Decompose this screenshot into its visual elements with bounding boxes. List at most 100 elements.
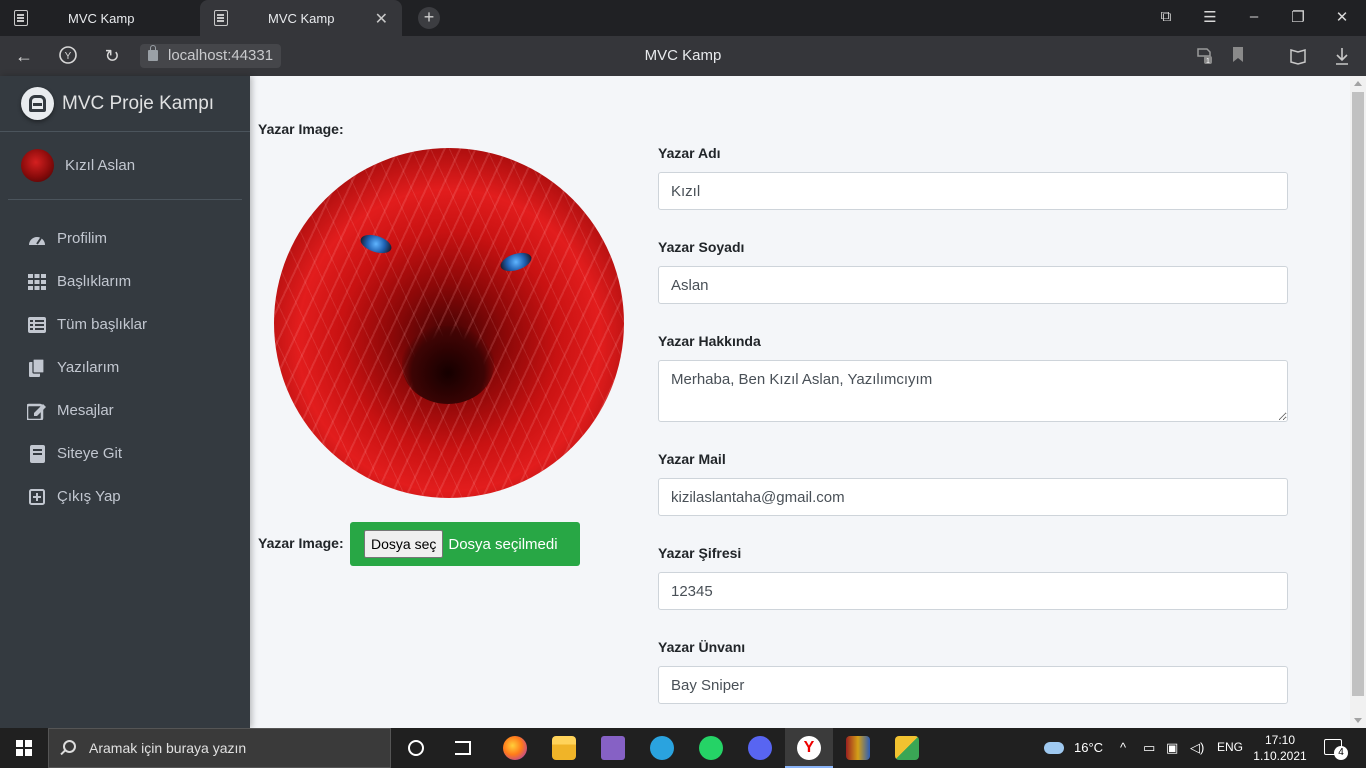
title-input[interactable]	[658, 666, 1288, 704]
close-window-icon[interactable]: ✕	[1332, 8, 1352, 26]
task-view-icon[interactable]	[455, 741, 471, 755]
tachometer-icon	[27, 230, 47, 248]
tab-title: MVC Kamp	[268, 10, 335, 26]
clock-time: 17:10	[1264, 733, 1296, 747]
about-textarea[interactable]: Merhaba, Ben Kızıl Aslan, Yazılımcıyım	[658, 360, 1288, 422]
grid-icon	[27, 273, 47, 291]
search-placeholder: Aramak için buraya yazın	[89, 740, 247, 756]
scroll-down-icon[interactable]	[1354, 718, 1362, 723]
sidebar-item-mesajlar[interactable]: Mesajlar	[8, 389, 242, 432]
sidebar-item-label: Siteye Git	[57, 445, 123, 462]
search-icon	[63, 740, 76, 753]
collections-icon[interactable]: ⧉	[1156, 8, 1176, 25]
volume-icon[interactable]: ◁)	[1190, 740, 1204, 756]
yandex-browser-icon: Y	[797, 736, 821, 760]
password-input[interactable]	[658, 572, 1288, 610]
sticky-app-icon[interactable]	[895, 736, 919, 760]
password-label: Yazar Şifresi	[658, 545, 742, 561]
sidebar-nav: Profilim Başlıklarım Tüm başlıklar Yazıl…	[0, 217, 250, 518]
mail-input[interactable]	[658, 478, 1288, 516]
download-icon[interactable]	[1332, 46, 1352, 71]
bookmark-icon[interactable]	[1228, 46, 1248, 69]
telegram-icon[interactable]	[650, 736, 674, 760]
scrollbar-thumb[interactable]	[1352, 92, 1364, 696]
whatsapp-icon[interactable]	[699, 736, 723, 760]
shield-icon: 1	[1197, 48, 1212, 65]
sidebar-item-label: Profilim	[57, 230, 108, 247]
minimize-icon[interactable]: –	[1244, 8, 1264, 25]
brand-link[interactable]: MVC Proje Kampı	[0, 76, 250, 132]
taskbar-search[interactable]: Aramak için buraya yazın	[48, 728, 391, 768]
winrar-icon[interactable]	[846, 736, 870, 760]
cortana-icon[interactable]	[408, 740, 424, 756]
lion-nose	[402, 326, 494, 404]
firefox-icon[interactable]	[503, 736, 527, 760]
tray-chevron-icon[interactable]: ^	[1120, 740, 1126, 755]
sidebar: MVC Proje Kampı Kızıl Aslan Profilim Baş…	[0, 76, 250, 728]
tab-title: MVC Kamp	[68, 10, 135, 26]
plus-square-icon	[27, 488, 47, 506]
edit-icon	[27, 402, 47, 420]
notification-icon[interactable]: 4	[1324, 739, 1348, 760]
extension-badge: 1	[1206, 58, 1210, 65]
temperature[interactable]: 16°C	[1074, 740, 1103, 755]
clock[interactable]: 17:10 1.10.2021	[1252, 732, 1308, 764]
weather-icon[interactable]	[1044, 742, 1064, 754]
restore-icon[interactable]: ❐	[1288, 8, 1308, 26]
last-name-input[interactable]	[658, 266, 1288, 304]
browser-tab[interactable]: MVC Kamp	[0, 0, 200, 36]
discord-icon[interactable]	[748, 736, 772, 760]
sidebar-item-cikis-yap[interactable]: Çıkış Yap	[8, 475, 242, 518]
visual-studio-icon[interactable]	[601, 736, 625, 760]
first-name-input[interactable]	[658, 172, 1288, 210]
first-name-label: Yazar Adı	[658, 145, 721, 161]
list-icon	[27, 316, 47, 334]
windows-start-icon[interactable]	[16, 740, 32, 756]
taskbar: Aramak için buraya yazın Y 16°C ^ ▭ ▣ ◁)…	[0, 728, 1366, 768]
clock-date: 1.10.2021	[1253, 749, 1307, 763]
sidebar-item-siteye-git[interactable]: Siteye Git	[8, 432, 242, 475]
page-icon	[214, 10, 228, 26]
mail-label: Yazar Mail	[658, 451, 726, 467]
sidebar-item-profilim[interactable]: Profilim	[8, 217, 242, 260]
about-label: Yazar Hakkında	[658, 333, 761, 349]
page-icon	[14, 10, 28, 26]
book-open-icon	[1290, 49, 1306, 65]
file-upload-input[interactable]: Dosya seç Dosya seçilmedi	[350, 522, 580, 566]
user-name: Kızıl Aslan	[65, 157, 136, 174]
network-icon[interactable]: ▣	[1166, 740, 1178, 756]
menu-icon[interactable]: ☰	[1200, 8, 1220, 26]
brand-logo-icon	[21, 87, 54, 120]
sidebar-item-label: Çıkış Yap	[57, 488, 121, 505]
main-content: Yazar Image: Yazar Image: Dosya seç Dosy…	[250, 76, 1350, 728]
file-status-text: Dosya seçilmedi	[448, 535, 558, 553]
image-upload-label: Yazar Image:	[258, 535, 344, 551]
sidebar-item-basliklarim[interactable]: Başlıklarım	[8, 260, 242, 303]
scroll-up-icon[interactable]	[1354, 81, 1362, 86]
browser-tab-active[interactable]: MVC Kamp ✕	[200, 0, 402, 36]
battery-icon[interactable]: ▭	[1143, 740, 1155, 756]
download-arrow-icon	[1336, 48, 1348, 65]
sidebar-item-yazilarim[interactable]: Yazılarım	[8, 346, 242, 389]
new-tab-button[interactable]: +	[418, 7, 440, 29]
sidebar-item-label: Yazılarım	[57, 359, 120, 376]
sidebar-item-label: Tüm başlıklar	[57, 316, 148, 333]
collections-icon[interactable]	[1288, 46, 1308, 71]
avatar	[21, 149, 54, 182]
brand-text: MVC Proje Kampı	[62, 92, 215, 114]
file-explorer-icon[interactable]	[552, 736, 576, 760]
sidebar-item-tum-basliklar[interactable]: Tüm başlıklar	[8, 303, 242, 346]
scrollbar[interactable]	[1350, 76, 1366, 728]
image-label: Yazar Image:	[258, 121, 344, 137]
yandex-browser-taskbar-button[interactable]: Y	[785, 728, 833, 768]
last-name-label: Yazar Soyadı	[658, 239, 745, 255]
language-indicator[interactable]: ENG	[1217, 740, 1243, 754]
copy-icon	[27, 358, 47, 377]
sidebar-item-label: Mesajlar	[57, 402, 114, 419]
title-label: Yazar Ünvanı	[658, 639, 746, 655]
browser-tab-bar: MVC Kamp MVC Kamp ✕ + ⧉ ☰ – ❐ ✕	[0, 0, 1366, 36]
user-panel[interactable]: Kızıl Aslan	[8, 132, 242, 200]
close-tab-icon[interactable]: ✕	[375, 9, 388, 29]
choose-file-button[interactable]: Dosya seç	[364, 530, 444, 558]
extension-icon[interactable]: 1	[1194, 46, 1214, 71]
